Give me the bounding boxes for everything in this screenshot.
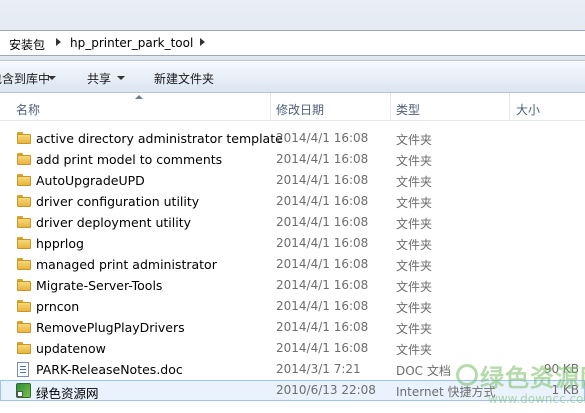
file-type: 文件夹 xyxy=(396,175,433,189)
folder-icon xyxy=(17,237,31,249)
chevron-right-icon[interactable] xyxy=(56,38,61,46)
address-field[interactable]: 安装包 hp_printer_park_tool xyxy=(0,30,585,56)
file-name: prncon xyxy=(36,299,80,314)
column-size-header[interactable]: 大小 xyxy=(516,101,540,118)
file-type: 文件夹 xyxy=(396,133,433,147)
file-name: driver configuration utility xyxy=(36,194,200,209)
column-type-header[interactable]: 类型 xyxy=(396,101,420,118)
chevron-down-icon[interactable] xyxy=(117,76,125,80)
include-in-library-button[interactable]: 包含到库中 xyxy=(0,70,50,87)
chevron-right-icon[interactable] xyxy=(200,38,205,46)
folder-icon xyxy=(17,216,31,228)
file-type: 文件夹 xyxy=(396,238,433,252)
file-type: 文件夹 xyxy=(396,259,433,273)
file-name: add print model to comments xyxy=(36,152,223,167)
folder-icon xyxy=(17,279,31,291)
file-date: 2014/4/1 16:08 xyxy=(276,194,369,208)
site-watermark: 绿色资源网 www.downcc.com xyxy=(452,356,585,413)
new-folder-button[interactable]: 新建文件夹 xyxy=(154,70,214,87)
folder-icon xyxy=(17,132,31,144)
file-date: 2014/4/1 16:08 xyxy=(276,341,369,355)
folder-icon xyxy=(17,321,31,333)
file-date: 2014/4/1 16:08 xyxy=(276,152,369,166)
file-date: 2014/4/1 16:08 xyxy=(276,173,369,187)
file-row[interactable]: Migrate-Server-Tools 2014/4/1 16:08 文件夹 xyxy=(0,275,585,296)
file-date: 2014/4/1 16:08 xyxy=(276,257,369,271)
file-row[interactable]: active directory administrator template … xyxy=(0,128,585,149)
file-date: 2014/3/1 7:21 xyxy=(276,362,361,376)
column-divider[interactable] xyxy=(270,93,271,120)
file-name: 绿色资源网 xyxy=(36,386,99,401)
share-button[interactable]: 共享 xyxy=(87,70,111,87)
file-row[interactable]: prncon 2014/4/1 16:08 文件夹 xyxy=(0,296,585,317)
word-document-icon xyxy=(17,362,29,377)
file-name: RemovePlugPlayDrivers xyxy=(36,320,185,335)
file-name: active directory administrator template xyxy=(36,131,283,146)
file-date: 2014/4/1 16:08 xyxy=(276,278,369,292)
folder-icon xyxy=(17,195,31,207)
file-date: 2014/4/1 16:08 xyxy=(276,320,369,334)
column-divider[interactable] xyxy=(390,93,391,120)
file-row[interactable]: hpprlog 2014/4/1 16:08 文件夹 xyxy=(0,233,585,254)
sort-ascending-icon xyxy=(135,95,143,99)
file-row[interactable]: AutoUpgradeUPD 2014/4/1 16:08 文件夹 xyxy=(0,170,585,191)
shortcut-icon xyxy=(16,383,31,398)
file-date: 2014/4/1 16:08 xyxy=(276,236,369,250)
file-name: AutoUpgradeUPD xyxy=(36,173,145,188)
file-name: updatenow xyxy=(36,341,106,356)
chevron-down-icon[interactable] xyxy=(48,76,56,80)
column-divider[interactable] xyxy=(509,93,510,120)
folder-icon xyxy=(17,342,31,354)
watermark-title: 绿色资源网 xyxy=(480,364,585,392)
file-row[interactable]: managed print administrator 2014/4/1 16:… xyxy=(0,254,585,275)
file-date: 2014/4/1 16:08 xyxy=(276,215,369,229)
file-type: DOC 文档 xyxy=(396,364,451,378)
address-bar-area: 安装包 hp_printer_park_tool xyxy=(0,0,585,61)
folder-icon xyxy=(17,174,31,186)
column-header: 名称 修改日期 类型 大小 xyxy=(0,93,585,121)
file-date: 2014/4/1 16:08 xyxy=(276,299,369,313)
file-type: 文件夹 xyxy=(396,280,433,294)
file-type: 文件夹 xyxy=(396,217,433,231)
breadcrumb-current-folder[interactable]: hp_printer_park_tool xyxy=(70,36,193,50)
breadcrumb-installer[interactable]: 安装包 xyxy=(9,36,45,53)
file-type: 文件夹 xyxy=(396,322,433,336)
command-bar: 包含到库中 共享 新建文件夹 xyxy=(0,62,585,93)
file-name: Migrate-Server-Tools xyxy=(36,278,163,293)
column-name-header[interactable]: 名称 xyxy=(16,101,40,118)
column-date-header[interactable]: 修改日期 xyxy=(276,101,324,118)
file-row[interactable]: add print model to comments 2014/4/1 16:… xyxy=(0,149,585,170)
file-row[interactable]: driver deployment utility 2014/4/1 16:08… xyxy=(0,212,585,233)
file-name: PARK-ReleaseNotes.doc xyxy=(36,362,183,377)
file-type: 文件夹 xyxy=(396,301,433,315)
file-type: 文件夹 xyxy=(396,196,433,210)
file-type: 文件夹 xyxy=(396,343,433,357)
file-date: 2010/6/13 22:08 xyxy=(276,383,376,397)
watermark-logo-icon xyxy=(456,364,478,386)
file-type: 文件夹 xyxy=(396,154,433,168)
watermark-url: www.downcc.com xyxy=(488,392,585,406)
folder-icon xyxy=(17,300,31,312)
file-name: hpprlog xyxy=(36,236,84,251)
file-row[interactable]: driver configuration utility 2014/4/1 16… xyxy=(0,191,585,212)
file-date: 2014/4/1 16:08 xyxy=(276,131,369,145)
folder-icon xyxy=(17,258,31,270)
file-name: driver deployment utility xyxy=(36,215,192,230)
folder-icon xyxy=(17,153,31,165)
file-row[interactable]: RemovePlugPlayDrivers 2014/4/1 16:08 文件夹 xyxy=(0,317,585,338)
file-name: managed print administrator xyxy=(36,257,217,272)
